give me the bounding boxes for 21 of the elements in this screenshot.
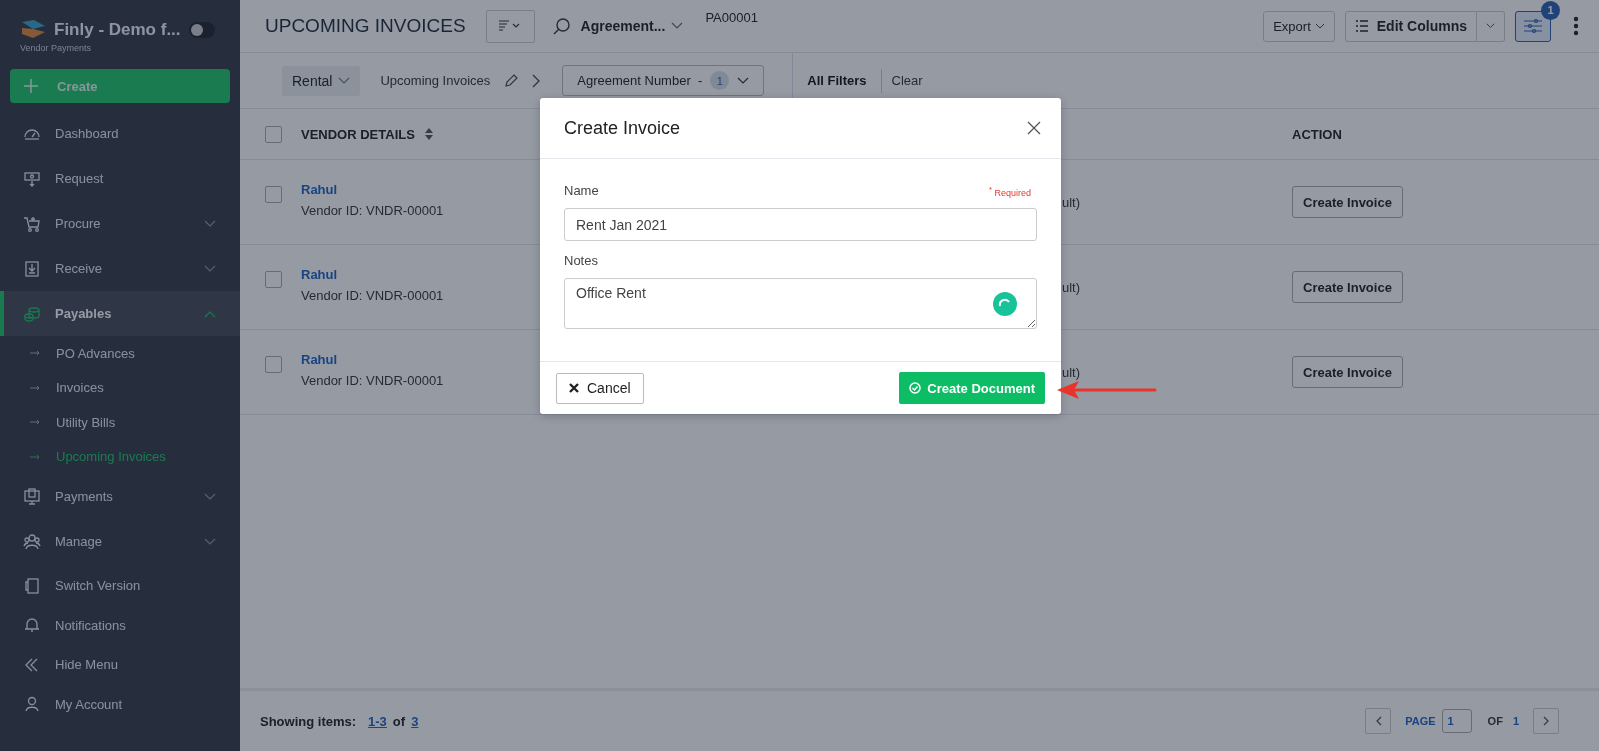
table-cell-text: ult) bbox=[1062, 194, 1082, 210]
field-label: Name bbox=[564, 183, 599, 198]
of-label: of bbox=[392, 713, 406, 729]
column-header: ACTION bbox=[1292, 126, 1343, 142]
page-label: PAGE bbox=[1405, 715, 1436, 727]
brand-name: Finly - Demo f... bbox=[54, 20, 181, 40]
vendor-id: Vendor ID: VNDR-00001 bbox=[301, 373, 444, 388]
required-note: $^{*}$ Required bbox=[989, 185, 1031, 198]
vendor-id: Vendor ID: VNDR-00001 bbox=[301, 288, 444, 303]
field-label: Notes bbox=[564, 253, 599, 268]
showing-label: Showing items: bbox=[260, 713, 357, 729]
view-name: Upcoming Invoices bbox=[380, 73, 491, 88]
page-title: UPCOMING INVOICES bbox=[265, 15, 466, 37]
vendor-id: Vendor ID: VNDR-00001 bbox=[301, 203, 444, 218]
table-cell-text: ult) bbox=[1062, 364, 1082, 380]
page-count: 1 bbox=[1512, 715, 1519, 727]
of-label: OF bbox=[1487, 715, 1503, 727]
table-cell-text: ult) bbox=[1062, 279, 1082, 295]
dialog-title: Create Invoice bbox=[564, 117, 681, 139]
count-badge: 1 bbox=[1541, 0, 1560, 20]
brand-subtitle: Vendor Payments bbox=[19, 42, 93, 53]
